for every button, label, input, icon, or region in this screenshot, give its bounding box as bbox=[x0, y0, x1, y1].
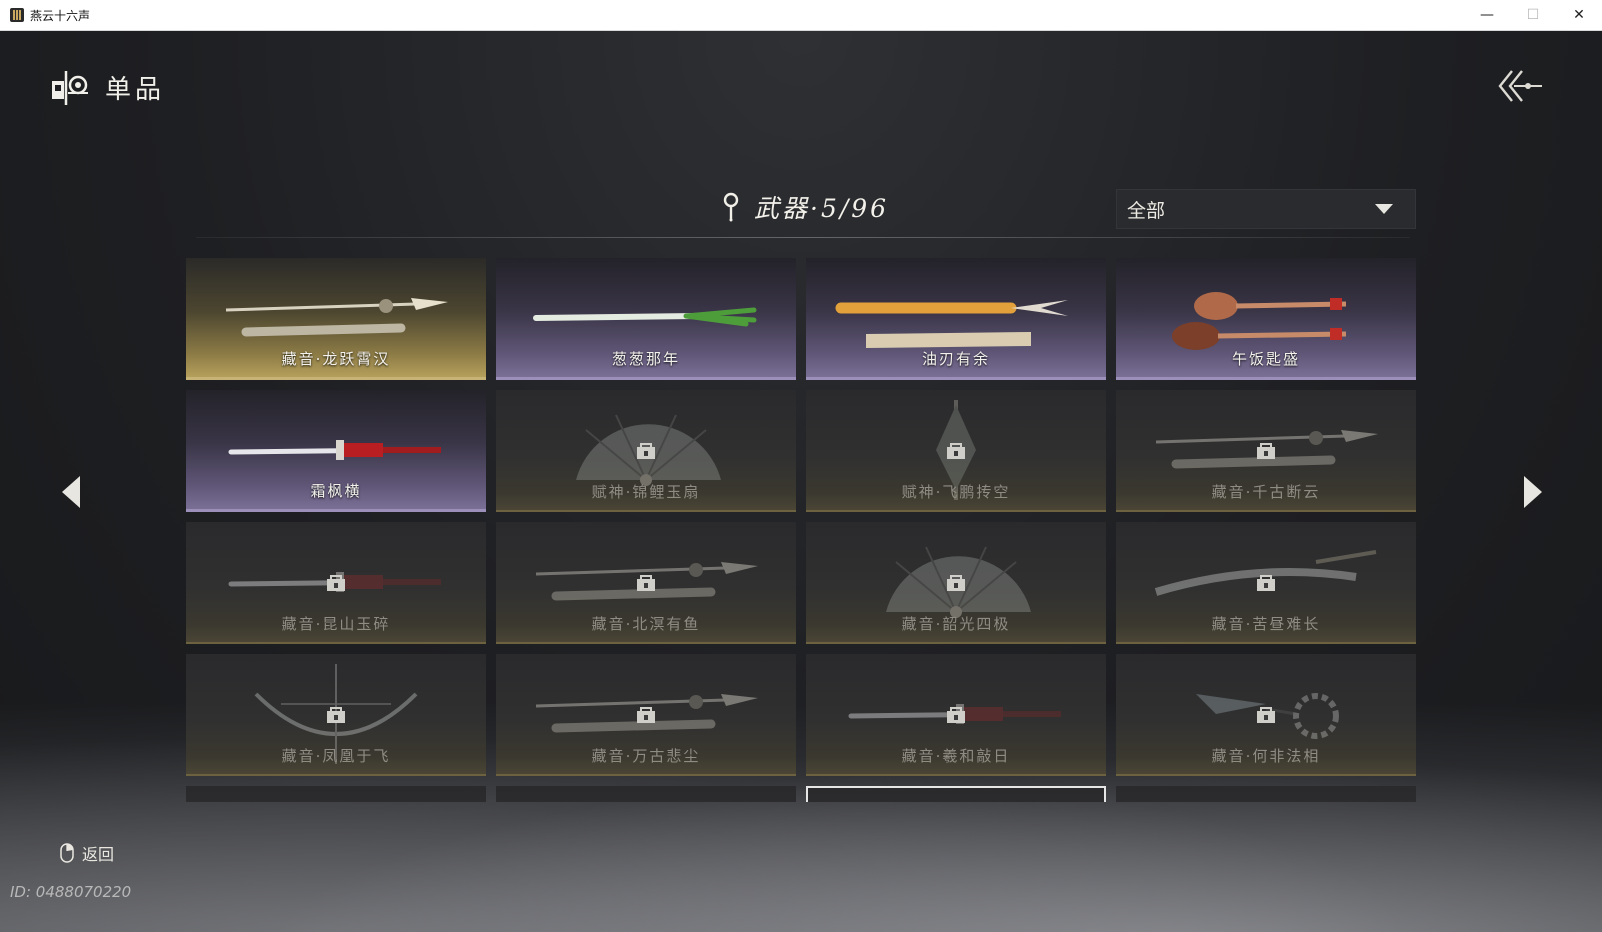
item-name: 藏音·昆山玉碎 bbox=[281, 615, 391, 633]
window-title-bar: 燕云十六声 — ☐ ✕ bbox=[0, 0, 1602, 31]
maximize-button[interactable]: ☐ bbox=[1510, 0, 1556, 31]
item-card[interactable]: 藏音·苦昼难长 bbox=[1116, 522, 1416, 644]
item-card[interactable]: 藏音·凤凰于飞 bbox=[186, 654, 486, 776]
item-card[interactable]: 赋神·锦鲤玉扇 bbox=[496, 390, 796, 512]
item-name: 葱葱那年 bbox=[611, 350, 680, 368]
mouse-right-click-icon bbox=[60, 843, 74, 863]
header-divider bbox=[196, 237, 1410, 238]
item-grid: 藏音·龙跃霄汉 葱葱那年 油刃有余 午饭匙盛霜枫横 赋神·锦鲤玉扇 赋神·飞鹏抟空 藏音·千… bbox=[186, 258, 1416, 802]
minimize-button[interactable]: — bbox=[1464, 0, 1510, 31]
item-name: 霜枫横 bbox=[310, 482, 362, 500]
item-card[interactable]: 油刃有余 bbox=[806, 258, 1106, 380]
category-label: 武器·5/96 bbox=[754, 194, 890, 223]
item-card[interactable]: 藏音·千古断云 bbox=[1116, 390, 1416, 512]
app-icon bbox=[10, 8, 24, 22]
item-card[interactable]: 赋神·飞鹏抟空 bbox=[806, 390, 1106, 512]
item-card[interactable]: 藏音·昆山玉碎 bbox=[186, 522, 486, 644]
filter-dropdown[interactable]: 全部 bbox=[1116, 189, 1416, 229]
item-name: 藏音·万古悲尘 bbox=[591, 747, 701, 765]
item-name: 藏音·苦昼难长 bbox=[1211, 615, 1321, 633]
location-pin-icon bbox=[723, 192, 739, 222]
page-title: 单品 bbox=[105, 75, 166, 105]
window-title: 燕云十六声 bbox=[30, 8, 91, 23]
item-card[interactable]: 藏音·北溟有鱼 bbox=[496, 522, 796, 644]
item-name: 藏音·北溟有鱼 bbox=[591, 615, 701, 633]
lock-icon bbox=[637, 707, 655, 723]
player-uid: ID: 0488070220 bbox=[10, 883, 132, 901]
lock-icon bbox=[947, 707, 965, 723]
item-card[interactable] bbox=[186, 786, 486, 802]
item-card[interactable] bbox=[806, 786, 1106, 802]
item-name: 藏音·凤凰于飞 bbox=[281, 747, 391, 765]
lock-icon bbox=[637, 443, 655, 459]
return-hint[interactable]: 返回 bbox=[60, 841, 114, 865]
filter-dropdown-value: 全部 bbox=[1127, 199, 1166, 222]
item-card[interactable]: 葱葱那年 bbox=[496, 258, 796, 380]
item-card[interactable]: 藏音·龙跃霄汉 bbox=[186, 258, 486, 380]
item-card[interactable] bbox=[1116, 786, 1416, 802]
lock-icon bbox=[327, 707, 345, 723]
next-page-arrow-icon[interactable] bbox=[1520, 472, 1546, 512]
item-name: 藏音·何非法相 bbox=[1211, 747, 1321, 765]
item-card[interactable]: 藏音·何非法相 bbox=[1116, 654, 1416, 776]
item-card[interactable]: 午饭匙盛 bbox=[1116, 258, 1416, 380]
item-name: 藏音·龙跃霄汉 bbox=[281, 350, 391, 368]
item-name: 午饭匙盛 bbox=[1231, 350, 1300, 368]
item-card[interactable]: 藏音·羲和敲日 bbox=[806, 654, 1106, 776]
item-name: 藏音·羲和敲日 bbox=[901, 747, 1011, 765]
item-card[interactable]: 霜枫横 bbox=[186, 390, 486, 512]
lock-icon bbox=[1257, 443, 1275, 459]
lock-icon bbox=[947, 443, 965, 459]
collection-icon bbox=[52, 71, 88, 105]
close-button[interactable]: ✕ bbox=[1556, 0, 1602, 31]
chevron-down-icon bbox=[1375, 204, 1393, 214]
double-chevron-back-icon[interactable] bbox=[1498, 67, 1544, 105]
lock-icon bbox=[327, 575, 345, 591]
game-viewport: 单品 武器·5/96 全部 藏音·龙跃霄汉 葱葱那年 油刃有余 午饭匙盛霜枫横 赋神·锦… bbox=[0, 31, 1602, 932]
previous-page-arrow-icon[interactable] bbox=[58, 472, 84, 512]
lock-icon bbox=[947, 575, 965, 591]
lock-icon bbox=[637, 575, 655, 591]
item-card[interactable]: 藏音·万古悲尘 bbox=[496, 654, 796, 776]
item-name: 油刃有余 bbox=[921, 350, 990, 368]
item-card[interactable]: 藏音·韶光四极 bbox=[806, 522, 1106, 644]
return-label: 返回 bbox=[82, 845, 115, 864]
item-name: 藏音·千古断云 bbox=[1211, 483, 1321, 501]
lock-icon bbox=[1257, 575, 1275, 591]
item-card[interactable] bbox=[496, 786, 796, 802]
lock-icon bbox=[1257, 707, 1275, 723]
item-name: 赋神·锦鲤玉扇 bbox=[591, 483, 701, 501]
item-name: 赋神·飞鹏抟空 bbox=[901, 483, 1011, 501]
category-header: 武器·5/96 bbox=[722, 189, 889, 225]
item-name: 藏音·韶光四极 bbox=[901, 615, 1011, 633]
